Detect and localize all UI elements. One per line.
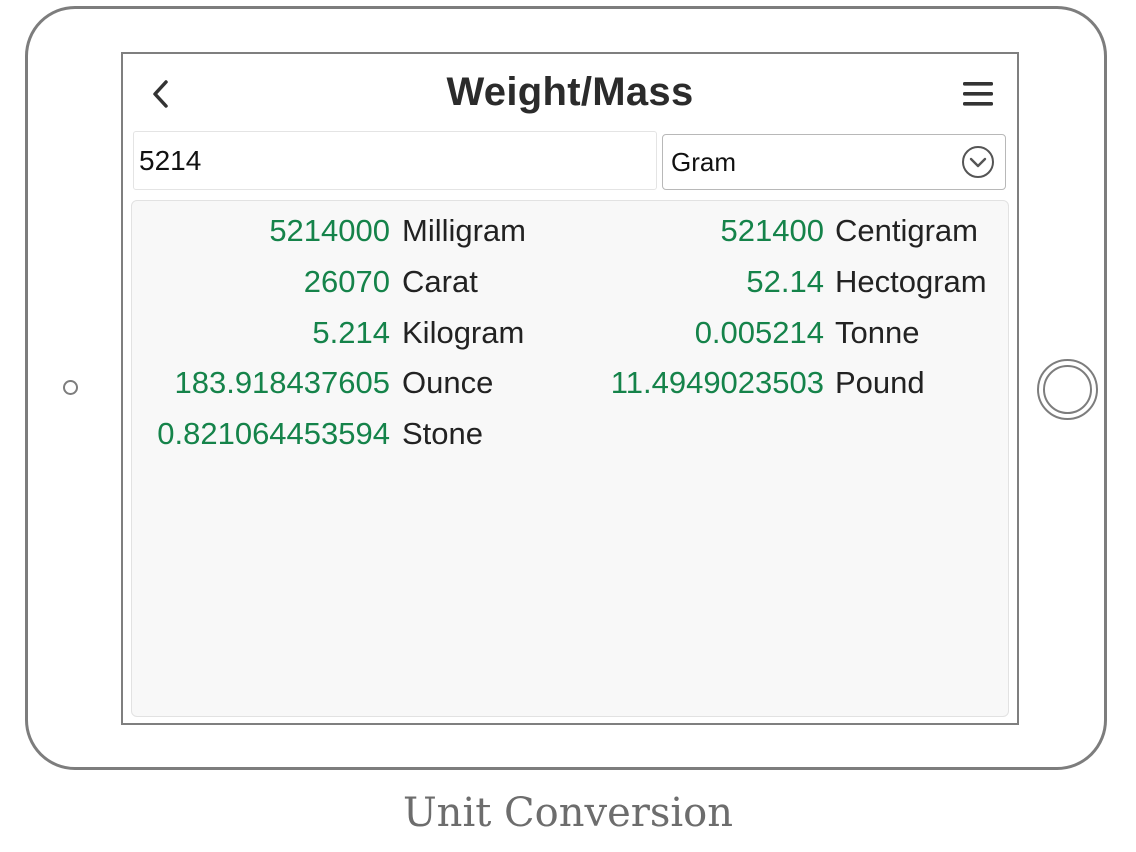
result-unit: Carat bbox=[402, 264, 478, 299]
result-value: 5214000 bbox=[269, 213, 390, 248]
result-row: 26070 bbox=[132, 262, 390, 302]
result-row-unit: Stone bbox=[402, 414, 582, 454]
result-row-unit: Carat bbox=[402, 262, 582, 302]
result-unit: Stone bbox=[402, 416, 484, 451]
result-unit: Ounce bbox=[402, 365, 494, 400]
nav-header: Weight/Mass bbox=[123, 54, 1017, 132]
chevron-down-icon bbox=[962, 146, 994, 178]
app-screen: Weight/Mass Gram 5214000 Milligram 52140… bbox=[121, 52, 1019, 725]
result-row: 0.821064453594 bbox=[132, 414, 390, 454]
result-row: 11.4949023503 bbox=[572, 363, 824, 403]
result-value: 11.4949023503 bbox=[610, 365, 824, 400]
result-row-unit: Ounce bbox=[402, 363, 582, 403]
result-value: 183.918437605 bbox=[174, 365, 390, 400]
result-row: 5.214 bbox=[132, 313, 390, 353]
result-row: 521400 bbox=[572, 211, 824, 251]
result-value: 0.821064453594 bbox=[157, 416, 390, 451]
results-panel: 5214000 Milligram 521400 Centigram 26070… bbox=[131, 200, 1009, 717]
result-unit: Centigram bbox=[835, 213, 978, 248]
caption-text: Unit Conversion bbox=[402, 790, 734, 836]
result-row: 52.14 bbox=[572, 262, 824, 302]
result-row: 5214000 bbox=[132, 211, 390, 251]
result-value: 52.14 bbox=[746, 264, 824, 299]
result-value: 5.214 bbox=[312, 315, 390, 350]
result-value: 0.005214 bbox=[694, 315, 824, 350]
result-row-unit: Pound bbox=[835, 363, 1005, 403]
result-row: 183.918437605 bbox=[132, 363, 390, 403]
result-unit: Kilogram bbox=[402, 315, 525, 350]
unit-select-value: Gram bbox=[671, 147, 736, 177]
result-row-unit: Hectogram bbox=[835, 262, 1005, 302]
result-row-unit: Centigram bbox=[835, 211, 1005, 251]
camera-icon bbox=[63, 380, 78, 395]
result-row-unit: Milligram bbox=[402, 211, 582, 251]
result-unit: Milligram bbox=[402, 213, 526, 248]
result-unit: Hectogram bbox=[835, 264, 987, 299]
result-row-unit: Kilogram bbox=[402, 313, 582, 353]
result-row-unit: Tonne bbox=[835, 313, 1005, 353]
page-title: Weight/Mass bbox=[446, 70, 694, 114]
result-unit: Pound bbox=[835, 365, 925, 400]
home-button[interactable] bbox=[1037, 359, 1098, 420]
result-row: 0.005214 bbox=[572, 313, 824, 353]
result-value: 26070 bbox=[303, 264, 390, 299]
value-input[interactable] bbox=[133, 131, 657, 190]
result-unit: Tonne bbox=[835, 315, 920, 350]
hamburger-menu-icon[interactable] bbox=[961, 79, 995, 109]
result-value: 521400 bbox=[720, 213, 824, 248]
unit-select[interactable]: Gram bbox=[662, 134, 1006, 190]
